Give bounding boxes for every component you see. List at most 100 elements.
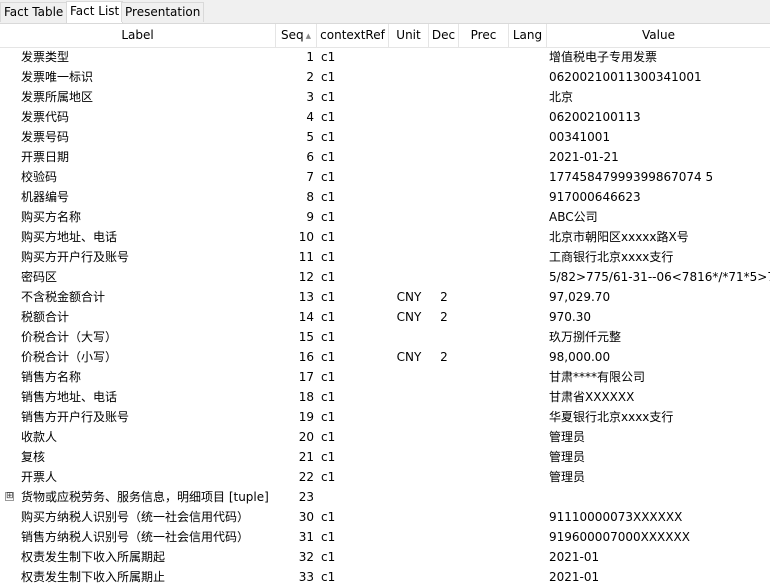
fact-row[interactable]: 开票日期 6 c1 2021-01-21 [0, 147, 770, 167]
fact-unit [389, 387, 429, 407]
fact-value: 98,000.00 [549, 350, 611, 364]
fact-value: 管理员 [549, 470, 586, 484]
fact-value: 17745847999399867074 5 [549, 170, 714, 184]
fact-context-ref: c1 [321, 50, 336, 64]
fact-context-ref: c1 [321, 530, 336, 544]
column-header-value[interactable]: Value [547, 24, 770, 47]
column-header-seq[interactable]: Seq ▲ [276, 24, 317, 47]
fact-row[interactable]: 销售方地址、电话 18 c1 甘肃省XXXXXX [0, 387, 770, 407]
column-header-label[interactable]: Label [0, 24, 276, 47]
fact-label: 开票日期 [21, 150, 70, 164]
fact-row[interactable]: 购买方地址、电话 10 c1 北京市朝阳区xxxxx路X号 [0, 227, 770, 247]
fact-seq: 22 [298, 470, 314, 484]
fact-value: 2021-01 [549, 570, 600, 584]
fact-decimals [429, 447, 459, 467]
fact-seq: 6 [306, 150, 314, 164]
fact-decimals [429, 547, 459, 567]
fact-decimals [429, 107, 459, 127]
fact-value: 北京 [549, 90, 574, 104]
fact-unit [389, 107, 429, 127]
fact-value: 970.30 [549, 310, 591, 324]
fact-seq: 11 [298, 250, 314, 264]
fact-row[interactable]: 购买方纳税人识别号（统一社会信用代码） 30 c1 91110000073XXXXXX [0, 507, 770, 527]
fact-row[interactable]: 发票代码 4 c1 062002100113 [0, 107, 770, 127]
column-header-prec[interactable]: Prec [459, 24, 509, 47]
fact-context-ref: c1 [321, 150, 336, 164]
fact-row[interactable]: 权责发生制下收入所属期起 32 c1 2021-01 [0, 547, 770, 567]
fact-row[interactable]: ⊞ 货物或应税劳务、服务信息，明细项目 [tuple] 23 [0, 487, 770, 507]
expand-plus-icon[interactable]: ⊞ [5, 492, 14, 501]
fact-unit [389, 67, 429, 87]
fact-seq: 14 [298, 310, 314, 324]
fact-decimals [429, 567, 459, 587]
fact-context-ref: c1 [321, 470, 336, 484]
fact-row[interactable]: 机器编号 8 c1 917000646623 [0, 187, 770, 207]
fact-row[interactable]: 销售方名称 17 c1 甘肃****有限公司 [0, 367, 770, 387]
fact-row[interactable]: 税额合计 14 c1 CNY 2 970.30 [0, 307, 770, 327]
fact-row[interactable]: 开票人 22 c1 管理员 [0, 467, 770, 487]
fact-row[interactable]: 购买方名称 9 c1 ABC公司 [0, 207, 770, 227]
fact-decimals [429, 247, 459, 267]
fact-seq: 30 [298, 510, 314, 524]
fact-value: 917000646623 [549, 190, 641, 204]
fact-label: 税额合计 [21, 310, 70, 324]
fact-row[interactable]: 复核 21 c1 管理员 [0, 447, 770, 467]
fact-context-ref: c1 [321, 510, 336, 524]
fact-decimals: 2 [440, 350, 448, 364]
fact-unit [389, 127, 429, 147]
tab-fact-table[interactable]: Fact Table [0, 2, 68, 22]
fact-row[interactable]: 收款人 20 c1 管理员 [0, 427, 770, 447]
fact-row[interactable]: 不含税金额合计 13 c1 CNY 2 97,029.70 [0, 287, 770, 307]
fact-value [549, 487, 770, 507]
fact-row[interactable]: 发票所属地区 3 c1 北京 [0, 87, 770, 107]
tab-fact-list[interactable]: Fact List [66, 1, 124, 23]
fact-label: 发票所属地区 [21, 90, 94, 104]
fact-value: 2021-01-21 [549, 150, 619, 164]
fact-decimals [429, 207, 459, 227]
fact-row[interactable]: 销售方纳税人识别号（统一社会信用代码） 31 c1 919600007000XXXXX… [0, 527, 770, 547]
fact-row[interactable]: 销售方开户行及账号 19 c1 华夏银行北京xxxx支行 [0, 407, 770, 427]
fact-row[interactable]: 密码区 12 c1 5/82>775/61-31--06<7816*/*71*5>7> [0, 267, 770, 287]
fact-seq: 21 [298, 450, 314, 464]
fact-row[interactable]: 价税合计（大写） 15 c1 玖万捌仟元整 [0, 327, 770, 347]
fact-seq: 3 [306, 90, 314, 104]
fact-value: 06200210011300341001 [549, 70, 702, 84]
column-header-seq-text: Seq [280, 28, 304, 42]
column-header-lang[interactable]: Lang [509, 24, 547, 47]
fact-label: 销售方名称 [21, 370, 82, 384]
fact-value: 华夏银行北京xxxx支行 [549, 410, 674, 424]
fact-row[interactable]: 发票类型 1 c1 增值税电子专用发票 [0, 47, 770, 67]
fact-context-ref: c1 [321, 210, 336, 224]
fact-row[interactable]: 校验码 7 c1 17745847999399867074 5 [0, 167, 770, 187]
sort-ascending-icon: ▲ [305, 32, 311, 40]
fact-row[interactable]: 价税合计（小写） 16 c1 CNY 2 98,000.00 [0, 347, 770, 367]
fact-decimals [429, 387, 459, 407]
fact-decimals [429, 527, 459, 547]
fact-decimals [429, 467, 459, 487]
fact-label: 销售方纳税人识别号（统一社会信用代码） [21, 530, 250, 544]
fact-value: 甘肃省XXXXXX [549, 390, 635, 404]
tab-presentation[interactable]: Presentation [121, 2, 205, 22]
fact-unit [389, 447, 429, 467]
column-header-dec[interactable]: Dec [429, 24, 459, 47]
fact-row[interactable]: 发票唯一标识 2 c1 06200210011300341001 [0, 67, 770, 87]
fact-context-ref: c1 [321, 550, 336, 564]
fact-context-ref: c1 [321, 570, 336, 584]
fact-label: 复核 [21, 450, 46, 464]
column-header-contextref[interactable]: contextRef [317, 24, 389, 47]
fact-decimals [429, 487, 459, 507]
fact-decimals: 2 [440, 310, 448, 324]
fact-seq: 17 [298, 370, 314, 384]
column-header-unit[interactable]: Unit [389, 24, 429, 47]
fact-context-ref: c1 [321, 190, 336, 204]
fact-label: 收款人 [21, 430, 58, 444]
fact-context-ref: c1 [321, 170, 336, 184]
fact-row[interactable]: 权责发生制下收入所属期止 33 c1 2021-01 [0, 567, 770, 587]
fact-row[interactable]: 发票号码 5 c1 00341001 [0, 127, 770, 147]
fact-unit [389, 207, 429, 227]
fact-context-ref: c1 [321, 330, 336, 344]
fact-row[interactable]: 购买方开户行及账号 11 c1 工商银行北京xxxx支行 [0, 247, 770, 267]
fact-context-ref: c1 [321, 370, 336, 384]
fact-context-ref: c1 [321, 430, 336, 444]
fact-label: 发票类型 [21, 50, 70, 64]
